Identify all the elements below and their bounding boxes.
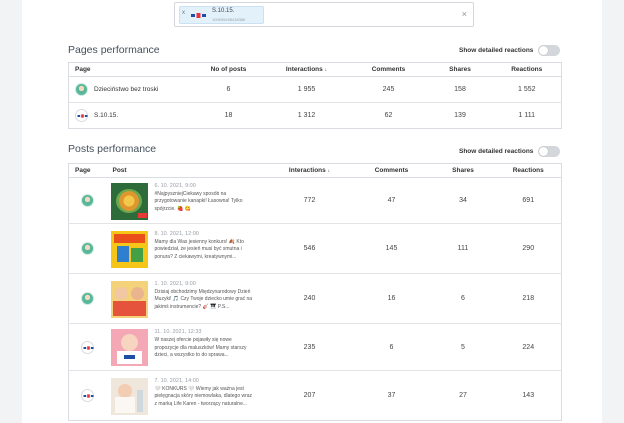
posts-performance-table: Page Post Interactions ↓ Comments Shares… <box>68 163 562 421</box>
table-row[interactable]: 6. 10. 2021, 9:00 #NajpyszniejCiekawy sp… <box>68 177 562 224</box>
reactions-value: 224 <box>495 323 562 371</box>
shares-value: 158 <box>427 76 493 103</box>
interactions-value: 1 312 <box>297 112 316 119</box>
post-thumbnail-kids[interactable] <box>110 280 148 318</box>
page-name[interactable]: Dzieciństwo bez troski <box>94 86 158 93</box>
col-page[interactable]: Page <box>68 62 194 77</box>
content-panel: x S.10.15. 100595498438386 × Pages perfo… <box>22 0 602 423</box>
col-interactions[interactable]: Interactions ↓ <box>263 62 350 77</box>
page-avatar <box>81 242 95 255</box>
interactions-value: 772 <box>266 177 353 224</box>
table-row[interactable]: 1. 10. 2021, 9:00 Dzisiaj obchodzimy Mię… <box>68 273 562 324</box>
comments-value: 6 <box>352 323 431 371</box>
reactions-value: 290 <box>495 223 562 274</box>
table-row[interactable]: S.10.15. 18 1 312 62 139 1 111 <box>69 103 562 129</box>
chip-remove-icon[interactable]: x <box>182 10 185 16</box>
shares-value: 111 <box>430 223 496 274</box>
interactions-value: 546 <box>266 223 353 274</box>
col-no-of-posts[interactable]: No of posts <box>193 62 264 77</box>
post-date: 11. 10. 2021, 12:33 <box>154 329 202 335</box>
sort-down-icon: ↓ <box>327 168 331 174</box>
page-picker[interactable]: x S.10.15. 100595498438386 × <box>174 2 474 27</box>
reactions-value: 1 552 <box>492 76 562 103</box>
pages-detailed-reactions-toggle-wrap: Show detailed reactions <box>459 45 561 56</box>
pages-performance-title: Pages performance <box>68 44 160 56</box>
post-thumbnail-baby[interactable] <box>110 377 148 415</box>
col-page[interactable]: Page <box>68 163 107 178</box>
post-date: 8. 10. 2021, 12:00 <box>154 230 199 237</box>
clear-selection-icon[interactable]: × <box>462 9 467 19</box>
post-text[interactable]: Dzisiaj obchodzimy Międzynarodowy Dzień … <box>155 289 255 312</box>
posts-count: 18 <box>224 112 233 119</box>
reactions-value: 143 <box>522 392 535 399</box>
col-comments[interactable]: Comments <box>352 163 431 178</box>
table-row[interactable]: Dzieciństwo bez troski 6 1 955 245 158 1… <box>68 76 562 103</box>
page-name[interactable]: S.10.15. <box>94 112 118 119</box>
comments-value: 62 <box>384 112 393 119</box>
posts-detailed-reactions-toggle[interactable] <box>538 146 561 157</box>
interactions-value: 1 955 <box>263 76 350 103</box>
comments-value: 245 <box>349 76 428 103</box>
col-interactions-label: Interactions <box>285 66 323 73</box>
shares-value: 5 <box>430 323 496 371</box>
shares-value: 34 <box>430 177 496 224</box>
chip-page-name: S.10.15. <box>212 8 235 14</box>
post-thumbnail-toys[interactable] <box>110 230 148 268</box>
post-date: 1. 10. 2021, 9:00 <box>154 280 196 287</box>
posts-count: 6 <box>193 76 264 103</box>
table-row[interactable]: 8. 10. 2021, 12:00 Mamy dla Was jesienny… <box>68 223 562 274</box>
col-reactions[interactable]: Reactions <box>495 163 562 178</box>
brand-logo-icon <box>191 13 206 18</box>
table-row[interactable]: 11. 10. 2021, 12:33 W naszej ofercie poj… <box>68 323 562 371</box>
chip-page-id: 100595498438386 <box>212 17 246 22</box>
post-date: 6. 10. 2021, 9:00 <box>154 182 196 189</box>
interactions-value: 207 <box>303 392 316 399</box>
sort-down-icon: ↓ <box>324 67 328 73</box>
col-interactions-label: Interactions <box>288 167 326 174</box>
comments-value: 47 <box>352 177 431 224</box>
pages-detailed-reactions-toggle[interactable] <box>538 45 561 56</box>
shares-value: 139 <box>454 112 466 119</box>
post-thumbnail-pink[interactable] <box>110 329 148 366</box>
pages-performance-table: Page No of posts Interactions ↓ Comments… <box>68 62 562 129</box>
posts-table-header: Page Post Interactions ↓ Comments Shares… <box>68 163 562 178</box>
selected-page-chip: x S.10.15. 100595498438386 <box>179 6 264 24</box>
page-avatar <box>81 389 95 402</box>
page-avatar <box>81 194 95 207</box>
interactions-value: 235 <box>266 323 353 371</box>
post-text[interactable]: 🤍 KONKURS 🤍 Wiemy jak ważna jest pielęgn… <box>155 386 255 409</box>
posts-toggle-label: Show detailed reactions <box>459 148 534 155</box>
col-interactions[interactable]: Interactions ↓ <box>266 163 353 178</box>
shares-value: 27 <box>459 392 467 399</box>
col-reactions[interactable]: Reactions <box>492 62 562 77</box>
reactions-value: 218 <box>495 273 562 324</box>
post-text[interactable]: W naszej ofercie pojawiły się nowe propo… <box>155 337 255 360</box>
posts-detailed-reactions-toggle-wrap: Show detailed reactions <box>459 146 561 157</box>
shares-value: 6 <box>430 273 496 324</box>
pages-table-header: Page No of posts Interactions ↓ Comments… <box>68 62 562 77</box>
post-text[interactable]: Mamy dla Was jesienny konkurs! 🍂 Kto pow… <box>155 239 255 262</box>
comments-value: 37 <box>387 392 396 399</box>
comments-value: 145 <box>352 223 431 274</box>
post-date: 7. 10. 2021, 14:00 <box>154 377 199 384</box>
col-comments[interactable]: Comments <box>349 62 428 77</box>
page-avatar <box>81 292 95 305</box>
page-avatar <box>75 83 88 96</box>
col-shares[interactable]: Shares <box>427 62 493 77</box>
reactions-value: 1 111 <box>518 112 535 119</box>
comments-value: 16 <box>352 273 431 324</box>
post-thumbnail-food[interactable] <box>110 182 148 220</box>
col-post[interactable]: Post <box>106 163 267 178</box>
table-row[interactable]: 7. 10. 2021, 14:00 🤍 KONKURS 🤍 Wiemy jak… <box>69 371 562 421</box>
posts-performance-title: Posts performance <box>68 143 157 155</box>
page-avatar <box>75 109 88 122</box>
col-shares[interactable]: Shares <box>430 163 496 178</box>
page-avatar <box>81 340 95 354</box>
interactions-value: 240 <box>266 273 353 324</box>
post-text[interactable]: #NajpyszniejCiekawy sposób na przygotowa… <box>155 191 255 214</box>
reactions-value: 691 <box>495 177 562 224</box>
pages-toggle-label: Show detailed reactions <box>459 47 534 54</box>
